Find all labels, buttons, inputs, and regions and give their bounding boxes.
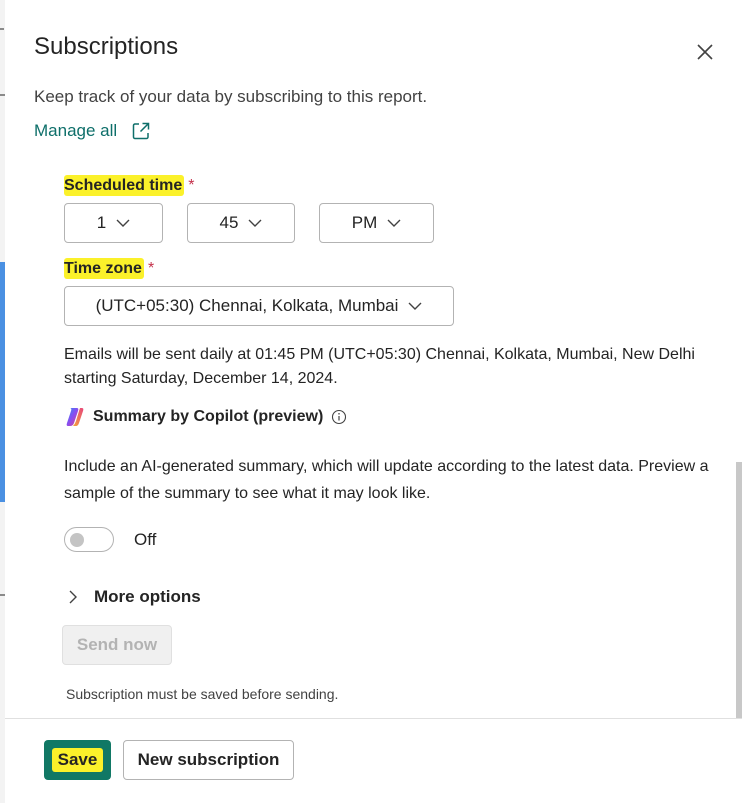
chevron-down-icon <box>387 219 401 227</box>
schedule-summary-text: Emails will be sent daily at 01:45 PM (U… <box>64 346 695 387</box>
new-subscription-button[interactable]: New subscription <box>123 740 294 780</box>
copilot-description: Include an AI-generated summary, which w… <box>64 458 709 502</box>
subscriptions-panel: Subscriptions Keep track of your data by… <box>5 0 742 803</box>
copilot-icon <box>66 408 84 426</box>
minute-value: 45 <box>219 213 239 232</box>
hour-value: 1 <box>96 213 107 232</box>
required-mark: * <box>188 177 195 194</box>
info-icon[interactable] <box>331 409 347 425</box>
time-zone-text: Time zone <box>64 258 144 279</box>
manage-all-link[interactable]: Manage all <box>34 121 151 141</box>
manage-all-label: Manage all <box>34 121 118 140</box>
chevron-down-icon <box>248 219 262 227</box>
close-button[interactable] <box>693 40 717 64</box>
footer-divider <box>5 718 742 719</box>
copilot-heading: Summary by Copilot (preview) <box>64 406 347 428</box>
hour-dropdown[interactable]: 1 <box>64 203 163 243</box>
page: Subscriptions Keep track of your data by… <box>0 0 742 803</box>
background-divider <box>0 28 4 30</box>
close-icon <box>697 44 713 60</box>
open-external-icon <box>132 122 150 140</box>
time-zone-dropdown[interactable]: (UTC+05:30) Chennai, Kolkata, Mumbai <box>64 286 454 326</box>
save-button[interactable]: Save <box>44 740 111 780</box>
more-options-expander[interactable]: More options <box>67 587 201 607</box>
scrollbar-thumb[interactable] <box>736 462 742 718</box>
scheduled-time-text: Scheduled time <box>64 175 185 196</box>
time-zone-label: Time zone * <box>64 258 155 279</box>
period-value: PM <box>351 213 378 232</box>
time-zone-value: (UTC+05:30) Chennai, Kolkata, Mumbai <box>95 296 399 315</box>
save-label: Save <box>51 748 104 772</box>
copilot-summary-toggle[interactable] <box>64 527 114 552</box>
save-before-send-note: Subscription must be saved before sendin… <box>66 686 339 702</box>
panel-subtitle: Keep track of your data by subscribing t… <box>34 87 428 106</box>
period-dropdown[interactable]: PM <box>319 203 434 243</box>
chevron-right-icon <box>69 590 77 604</box>
scheduled-time-label: Scheduled time * <box>64 175 195 196</box>
minute-dropdown[interactable]: 45 <box>187 203 295 243</box>
required-mark: * <box>147 260 155 277</box>
panel-title: Subscriptions <box>34 33 179 60</box>
send-now-button[interactable]: Send now <box>62 625 172 665</box>
more-options-label: More options <box>94 587 201 606</box>
chevron-down-icon <box>408 302 422 310</box>
toggle-state-label: Off <box>134 530 157 549</box>
toggle-knob <box>70 533 84 547</box>
chevron-down-icon <box>116 219 130 227</box>
copilot-title: Summary by Copilot (preview) <box>93 408 324 425</box>
